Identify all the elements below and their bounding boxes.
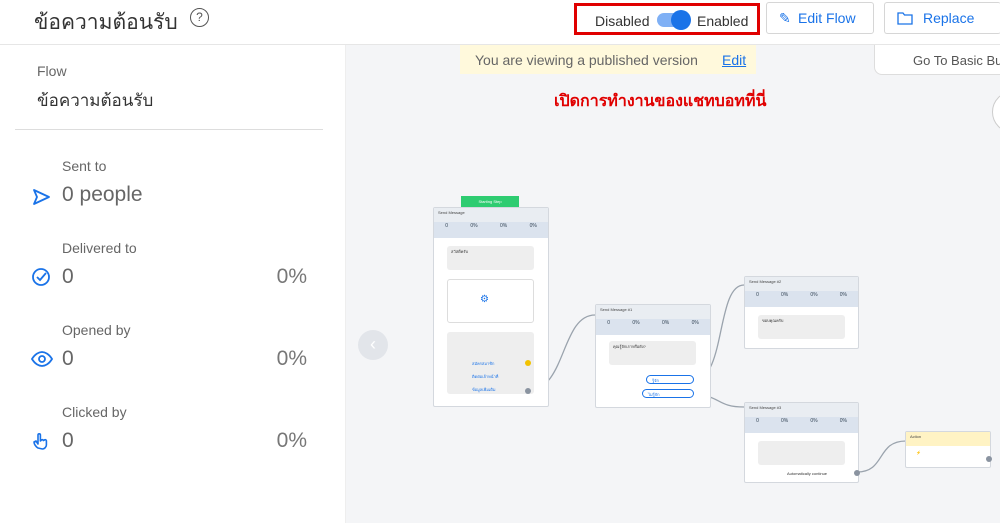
folder-icon: [897, 3, 913, 35]
node-stat: 0%: [529, 223, 537, 229]
node-title: Send Message #3: [745, 403, 858, 417]
flow-node-3[interactable]: Send Message #2 0 0% 0% 0% ขอบคุณครับ: [744, 276, 859, 349]
flow-label: Flow: [37, 63, 67, 79]
edit-flow-label: Edit Flow: [798, 10, 856, 26]
node-button-no[interactable]: ไม่รู้จัก: [642, 389, 694, 398]
node-stat: 0%: [499, 223, 508, 229]
enable-toggle-group: Disabled Enabled: [574, 3, 760, 35]
toggle-enabled-label: Enabled: [697, 13, 749, 29]
opened-pct: 0%: [276, 347, 307, 370]
node-stats: 0 0% 0% 0%: [745, 417, 858, 433]
delivered-check-icon: [32, 268, 50, 286]
node-stat: 0: [756, 418, 759, 424]
node-stat: 0%: [470, 223, 478, 229]
node-stat: 0%: [780, 418, 789, 424]
node-stat: 0%: [661, 320, 670, 326]
stats-sidebar: Flow ข้อความต้อนรับ Sent to 0 people Del…: [0, 45, 346, 523]
message-bubble: สวัสดีครับ: [447, 246, 534, 270]
connector-dot[interactable]: [854, 470, 860, 476]
opened-value: 0: [62, 347, 74, 370]
node-stats: 0 0% 0% 0%: [745, 291, 858, 307]
node-button-2[interactable]: ติดต่อเจ้าหน้าที่: [472, 373, 498, 380]
eye-icon: [31, 351, 53, 367]
page-title: ข้อความต้อนรับ: [34, 11, 178, 34]
send-icon: [33, 189, 50, 205]
auto-continue-label: Automatically continue: [787, 471, 828, 476]
node-stat: 0%: [839, 292, 847, 298]
flow-node-4[interactable]: Send Message #3 0 0% 0% 0% Automatically…: [744, 402, 860, 483]
toggle-disabled-label: Disabled: [595, 13, 650, 29]
clicked-value: 0: [62, 429, 74, 452]
connector-dot[interactable]: [525, 360, 531, 366]
node-button-1[interactable]: สมัครสมาชิก: [472, 360, 494, 367]
edit-flow-button[interactable]: ✎ Edit Flow: [766, 2, 874, 34]
node-stat: 0: [445, 223, 448, 229]
starting-step-tag: Starting Step: [461, 196, 519, 207]
node-stat: 0%: [810, 292, 818, 298]
sent-label: Sent to: [62, 158, 107, 174]
node-title: Send Message #1: [596, 305, 710, 319]
node-title: Send Message #2: [745, 277, 858, 291]
clicked-pct: 0%: [276, 429, 307, 452]
node-title: Action: [906, 432, 990, 446]
node-button-yes[interactable]: รู้จัก: [646, 375, 694, 384]
delivered-label: Delivered to: [62, 240, 137, 256]
flow-name: ข้อความต้อนรับ: [37, 91, 154, 110]
connector-dot[interactable]: [525, 388, 531, 394]
node-button-3[interactable]: ข้อมูลเพิ่มเติม: [472, 386, 495, 393]
help-icon[interactable]: ?: [190, 8, 209, 27]
node-title: Send Message: [434, 208, 548, 222]
flow-node-2[interactable]: Send Message #1 0 0% 0% 0% คุณรู้จักเราห…: [595, 304, 711, 408]
logo-icon: ⚙: [480, 294, 489, 305]
image-card: ⚙: [447, 279, 534, 323]
node-stat: 0%: [691, 320, 699, 326]
sent-value: 0 people: [62, 183, 143, 206]
node-stat: 0%: [810, 418, 818, 424]
message-bubble: คุณรู้จักเราหรือยัง?: [609, 341, 696, 365]
opened-label: Opened by: [62, 322, 131, 338]
flow-canvas[interactable]: You are viewing a published version Edit…: [346, 45, 1000, 523]
node-stat: 0%: [632, 320, 640, 326]
divider: [15, 129, 323, 130]
enable-switch[interactable]: [657, 10, 691, 30]
hand-click-icon: [33, 433, 48, 450]
node-stat: 0: [607, 320, 610, 326]
message-bubble: ขอบคุณครับ: [758, 315, 845, 339]
pencil-icon: ✎: [779, 10, 791, 26]
header-bar: ข้อความต้อนรับ ? Disabled Enabled ✎ Edit…: [0, 0, 1000, 45]
flow-node-1[interactable]: Send Message 0 0% 0% 0% สวัสดีครับ ⚙ สมั…: [433, 207, 549, 407]
message-bubble: [758, 441, 845, 465]
switch-knob: [671, 10, 691, 30]
node-stat: 0%: [839, 418, 847, 424]
node-stat: 0%: [780, 292, 789, 298]
connector-dot[interactable]: [986, 456, 992, 462]
node-stats: 0 0% 0% 0%: [596, 319, 710, 335]
clicked-label: Clicked by: [62, 404, 127, 420]
replace-button[interactable]: Replace: [884, 2, 1000, 34]
delivered-pct: 0%: [276, 265, 307, 288]
delivered-value: 0: [62, 265, 74, 288]
action-bolt-icon: ⚡: [916, 450, 921, 455]
node-stats: 0 0% 0% 0%: [434, 222, 548, 238]
flow-node-action[interactable]: Action ⚡: [905, 431, 992, 468]
node-stat: 0: [756, 292, 759, 298]
replace-label: Replace: [923, 10, 975, 26]
